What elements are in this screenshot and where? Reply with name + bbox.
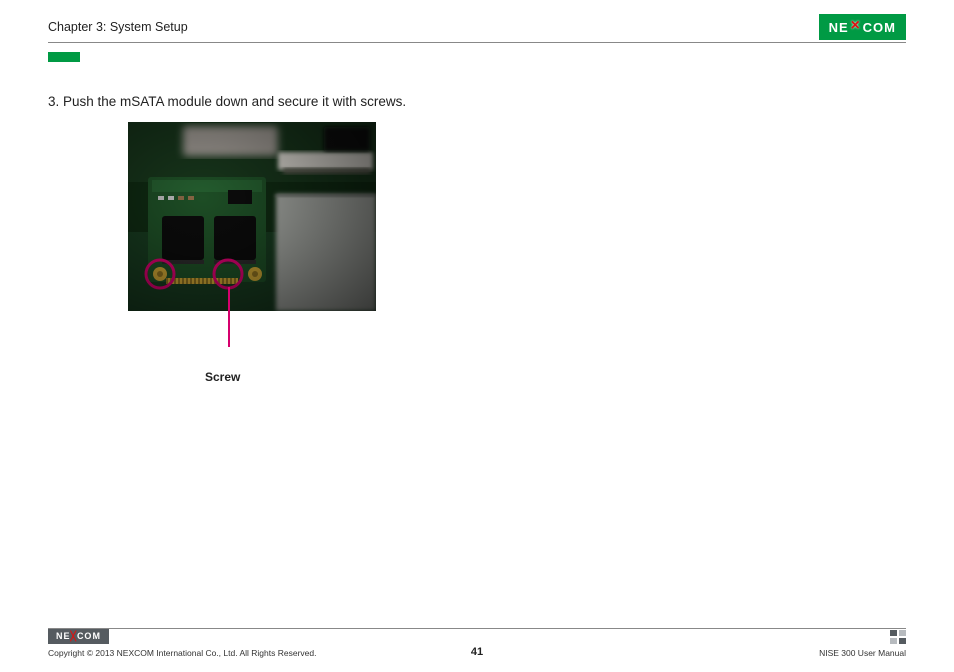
footer-logo-text: NE╳COM [56,631,101,641]
nexcom-logo: NE COM [819,14,906,40]
header-divider [48,42,906,43]
page-header: Chapter 3: System Setup NE COM [48,15,906,39]
logo-text-left: NE [829,20,849,35]
footer-divider [48,628,906,629]
document-name: NISE 300 User Manual [819,648,906,658]
callout-label-screw: Screw [205,370,240,384]
callout-leader-line [228,287,230,347]
photo-msata-board [128,122,376,311]
logo-x-icon [849,18,863,36]
footer-nexcom-logo: NE╳COM [48,629,109,644]
chapter-title: Chapter 3: System Setup [48,20,188,34]
footer-corner-icon [890,630,906,644]
instruction-step-3: 3. Push the mSATA module down and secure… [48,94,406,109]
section-tab [48,52,80,62]
manual-page: Chapter 3: System Setup NE COM 3. Push t… [0,0,954,672]
logo-text-right: COM [863,20,896,35]
page-number: 41 [0,646,954,658]
figure-msata-screws [128,122,378,311]
